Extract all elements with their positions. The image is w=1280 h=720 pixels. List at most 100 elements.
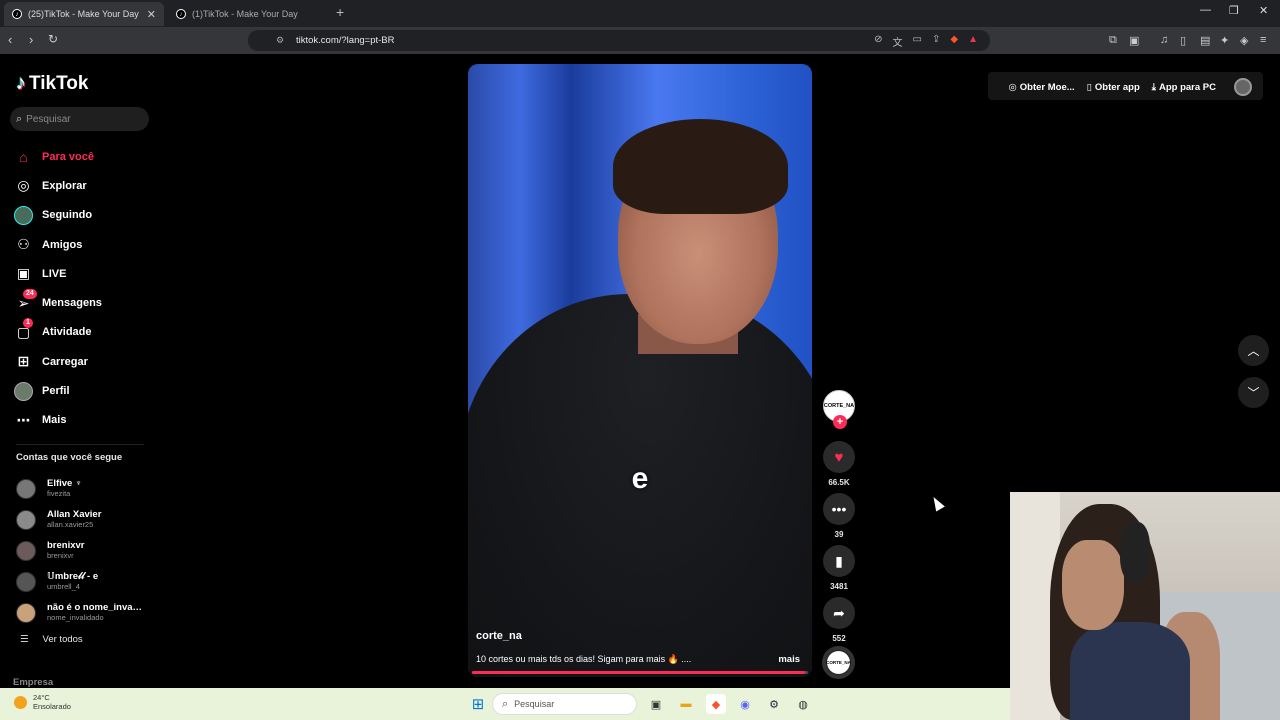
following-account[interactable]: Elfive ♆ fivezita <box>16 474 151 505</box>
screenshot-icon[interactable]: ▣ <box>1129 34 1139 47</box>
profile-avatar[interactable] <box>1234 78 1252 96</box>
sidebar-item-para-voce[interactable]: ⌂ Para você <box>14 142 149 171</box>
search-icon: ⌕ <box>16 112 23 125</box>
vpn-icon[interactable]: ◈ <box>1240 34 1248 47</box>
sidebar-item-explorar[interactable]: ◎ Explorar <box>14 171 149 200</box>
get-coins-button[interactable]: ◎ Obter Moe... <box>1008 82 1074 93</box>
wallet-icon[interactable]: ▤ <box>1200 34 1210 47</box>
sidebar-item-perfil[interactable]: Perfil <box>14 376 149 405</box>
leo-ai-icon[interactable]: ✦ <box>1220 34 1229 47</box>
chevron-up-icon: ︿ <box>1247 344 1260 358</box>
search-input[interactable] <box>26 113 137 125</box>
sidebar-item-mais[interactable]: ⋯ Mais <box>14 406 149 435</box>
cast-icon[interactable]: ▭ <box>913 34 922 49</box>
brave-browser-icon[interactable]: ◆ <box>706 694 726 714</box>
close-window-icon[interactable]: ✕ <box>1259 4 1268 17</box>
following-header: Contas que você segue <box>16 452 123 463</box>
video-description: 10 cortes ou mais tds os dias! Sigam par… <box>476 654 692 664</box>
get-app-label: Obter app <box>1094 81 1140 93</box>
site-info-icon[interactable]: ⚙ <box>276 35 284 46</box>
following-account[interactable]: não é o nome_invali... nome_invalidado <box>16 597 151 628</box>
following-account[interactable]: 𝕌mbre𝓁𝓁 - e umbrell_4 <box>16 566 151 597</box>
windows-start-icon[interactable]: ⊞ <box>468 694 488 714</box>
list-icon: ☰ <box>20 634 29 645</box>
bookmark-icon[interactable]: ▮ <box>823 545 855 577</box>
brave-shield-icon[interactable]: ◆ <box>950 34 958 49</box>
weather-widget[interactable]: 24°C Ensolarado <box>14 693 71 711</box>
follow-plus-icon[interactable]: + <box>833 415 847 429</box>
music-icon[interactable]: ♫ <box>1160 34 1168 46</box>
file-explorer-icon[interactable]: ▬ <box>676 694 696 714</box>
steam-icon[interactable]: ⚙ <box>764 694 784 714</box>
music-disc-icon[interactable]: CORTE_NA <box>822 646 855 679</box>
share-action[interactable]: ➦ 552 <box>822 597 856 643</box>
address-bar[interactable]: ⚙ tiktok.com/?lang=pt-BR ⊘ 文 ▭ ⇪ ◆ ▲ <box>248 30 990 51</box>
sidebar-item-mensagens[interactable]: ➢ 24 Mensagens <box>14 288 149 317</box>
sidebar-item-atividade[interactable]: ▢ 1 Atividade <box>14 317 149 347</box>
comment-icon[interactable]: ••• <box>823 493 855 525</box>
minimize-icon[interactable]: — <box>1200 4 1211 16</box>
search-bar[interactable]: ⌕ <box>10 107 149 131</box>
sidebar-item-label: Mensagens <box>42 297 102 310</box>
share-arrow-icon[interactable]: ➦ <box>823 597 855 629</box>
account-handle: nome_invalidado <box>47 612 104 622</box>
tab-inactive[interactable]: ♪ (1)TikTok - Make Your Day <box>168 2 328 26</box>
following-account[interactable]: Allan Xavier allan.xavier25 <box>16 505 151 536</box>
save-action[interactable]: ▮ 3481 <box>822 545 856 591</box>
next-video-button[interactable]: ﹀ <box>1238 377 1269 408</box>
taskbar-search-label: Pesquisar <box>514 699 555 709</box>
sidebar-item-label: Atividade <box>42 326 92 339</box>
back-icon[interactable]: ‹ <box>8 32 12 47</box>
sidebar-item-live[interactable]: ▣ LIVE <box>14 259 149 288</box>
reload-icon[interactable]: ↻ <box>48 32 58 46</box>
video-actions: CORTE_NA + ♥ 66.5K ••• 39 ▮ 3481 ➦ 552 <box>822 390 856 643</box>
account-name: brenixvr <box>47 540 85 551</box>
more-button[interactable]: mais <box>778 654 800 665</box>
extensions-icon[interactable]: ⧉ <box>1109 34 1117 47</box>
sidebar-item-carregar[interactable]: ⊞ Carregar <box>14 347 149 376</box>
following-account[interactable]: brenixvr brenixvr <box>16 536 151 567</box>
sidebar-item-amigos[interactable]: ⚇ Amigos <box>14 230 149 259</box>
sidebar-icon[interactable]: ▯ <box>1180 34 1186 47</box>
heart-icon[interactable]: ♥ <box>823 441 855 473</box>
coin-icon: ◎ <box>1008 81 1017 93</box>
comment-action[interactable]: ••• 39 <box>822 493 856 539</box>
task-view-icon[interactable]: ▣ <box>646 694 666 714</box>
new-tab-button[interactable]: + <box>336 4 344 20</box>
obs-icon[interactable]: ◍ <box>793 694 813 714</box>
like-action[interactable]: ♥ 66.5K <box>822 441 856 487</box>
close-tab-icon[interactable]: ✕ <box>147 8 156 21</box>
video-player[interactable]: e corte_na 10 cortes ou mais tds os dias… <box>468 64 812 677</box>
search-icon: ⌕ <box>502 697 509 710</box>
see-all-button[interactable]: ☰ Ver todos <box>20 634 83 645</box>
restore-icon[interactable]: ❐ <box>1229 4 1239 17</box>
pc-app-button[interactable]: ⤓ App para PC <box>1152 82 1216 93</box>
mute-icon[interactable]: ⊘ <box>874 34 882 49</box>
taskbar-search[interactable]: ⌕ Pesquisar <box>492 693 637 715</box>
company-link[interactable]: Empresa <box>13 677 53 688</box>
video-username[interactable]: corte_na <box>476 630 522 642</box>
share-icon[interactable]: ⇪ <box>932 34 940 49</box>
sidebar-item-seguindo[interactable]: Seguindo <box>14 201 149 230</box>
sidebar-item-label: Perfil <box>42 385 70 398</box>
avatar <box>16 510 36 531</box>
tab-active[interactable]: ♪ (25)TikTok - Make Your Day ✕ <box>4 2 164 26</box>
profile-avatar-icon <box>14 381 33 401</box>
avatar <box>16 571 36 592</box>
creator-avatar[interactable]: CORTE_NA + <box>823 390 855 429</box>
music-disc-label: CORTE_NA <box>826 651 851 674</box>
see-all-label: Ver todos <box>42 634 83 645</box>
previous-video-button[interactable]: ︿ <box>1238 335 1269 366</box>
translate-icon[interactable]: 文 <box>893 34 903 49</box>
tiktok-logo[interactable]: ♪ TikTok <box>16 72 88 95</box>
webcam-overlay <box>1010 492 1280 720</box>
following-list: Elfive ♆ fivezita Allan Xavier allan.xavie… <box>16 474 151 628</box>
tab-title: (1)TikTok - Make Your Day <box>192 9 298 19</box>
pc-app-label: App para PC <box>1158 81 1216 93</box>
brave-rewards-icon[interactable]: ▲ <box>968 34 978 49</box>
get-app-button[interactable]: ▯ Obter app <box>1087 82 1140 93</box>
discord-icon[interactable]: ◉ <box>735 694 755 714</box>
forward-icon[interactable]: › <box>29 32 33 47</box>
video-progress-bar[interactable] <box>472 671 808 674</box>
menu-icon[interactable]: ≡ <box>1260 34 1266 46</box>
